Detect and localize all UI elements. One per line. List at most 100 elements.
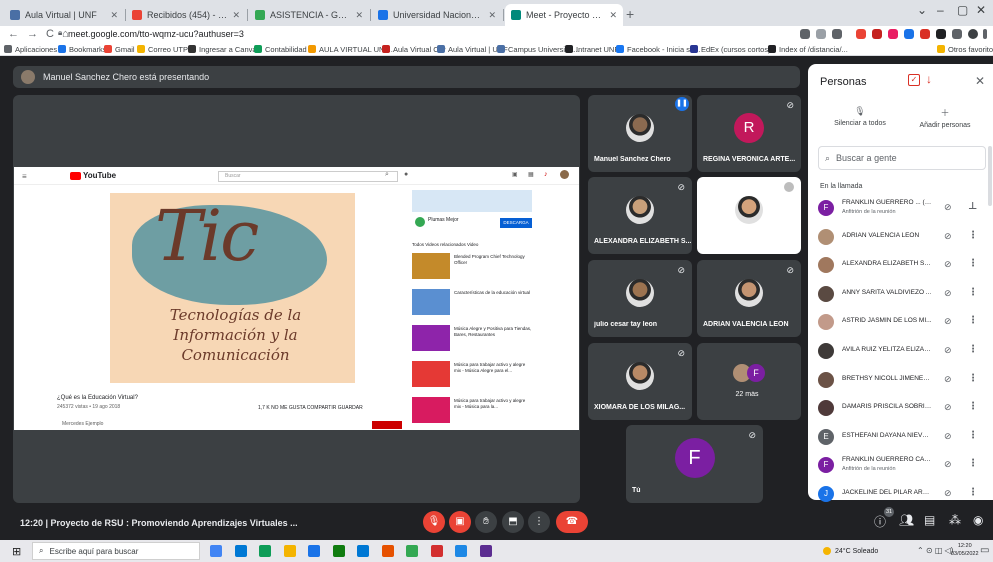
more-icon[interactable]: ⋮ — [528, 511, 550, 533]
people-list-item[interactable]: F FRANKLIN GUERRERO ... (Tú) Anfitrión de … — [818, 197, 988, 221]
browser-tab[interactable]: Meet - Proyecto de RSU - P ✕ — [505, 4, 623, 26]
tab-close-icon[interactable]: ✕ — [609, 10, 617, 21]
people-list-item[interactable]: J JACKELINE DEL PILAR ARC... ⊘ ⋮ — [818, 483, 988, 507]
people-search-input[interactable]: ⌕ Buscar a gente — [818, 146, 986, 170]
mic-off-icon[interactable]: ⊘ — [944, 402, 952, 413]
tab-close-icon[interactable]: ✕ — [488, 10, 496, 21]
pin-icon[interactable]: ⊥ — [968, 201, 977, 212]
more-options-icon[interactable]: ⋮ — [968, 487, 978, 498]
more-options-icon[interactable]: ⋮ — [968, 344, 978, 355]
system-tray-icons[interactable]: ⌃ ⊙ ◫ ◁) — [917, 546, 953, 555]
participant-tile[interactable]: F Tú ⊘ — [626, 425, 763, 503]
taskbar-app-icon[interactable] — [308, 545, 320, 557]
new-tab-button[interactable]: + — [626, 6, 634, 22]
tab-search-icon[interactable]: ⌄ — [917, 3, 927, 17]
participant-tile[interactable]: ADRIAN VALENCIA LEON ⊘ — [697, 260, 801, 337]
add-people-button[interactable]: ＋ Añadir personas — [900, 106, 990, 129]
people-list-item[interactable]: ALEXANDRA ELIZABETH SO... ⊘ ⋮ — [818, 254, 988, 278]
more-options-icon[interactable]: ⋮ — [968, 230, 978, 241]
close-window-icon[interactable]: ✕ — [976, 3, 986, 17]
mic-off-icon[interactable]: ⊘ — [944, 345, 952, 356]
bookmark-item[interactable]: Aplicaciones — [4, 42, 57, 56]
taskbar-search-input[interactable]: ⌕ Escribe aquí para buscar — [32, 542, 200, 560]
mic-off-icon[interactable]: ⊘ — [944, 431, 952, 442]
present-icon[interactable]: ⬒ — [502, 511, 524, 533]
mic-off-icon[interactable]: ⊘ — [944, 231, 952, 242]
taskbar-app-icon[interactable] — [479, 545, 492, 557]
people-panel-scrollbar[interactable] — [988, 146, 992, 206]
mic-off-icon[interactable]: ⊘ — [944, 316, 952, 327]
more-options-icon[interactable]: ⋮ — [968, 287, 978, 298]
bookmark-star-icon[interactable] — [832, 29, 842, 39]
people-list-item[interactable]: ADRIAN VALENCIA LEON ⊘ ⋮ — [818, 226, 988, 250]
taskbar-app-icon[interactable] — [234, 545, 247, 557]
bookmark-item[interactable]: Gmail — [104, 42, 135, 56]
windows-start-icon[interactable]: ⊞ — [12, 545, 21, 558]
profile-avatar[interactable] — [968, 29, 978, 39]
chat-icon[interactable]: ▤ — [924, 513, 935, 527]
lock-icon[interactable]: 🔒︎ — [58, 28, 62, 38]
people-list-item[interactable]: BRETHSY NICOLL JIMENEZ ... ⊘ ⋮ — [818, 369, 988, 393]
taskbar-app-icon[interactable] — [283, 545, 296, 557]
cast-icon[interactable] — [800, 29, 810, 39]
mic-off-icon[interactable]: ⊘ — [944, 374, 952, 385]
weather-widget[interactable]: 24°C Soleado — [823, 547, 878, 555]
taskbar-app-icon[interactable] — [332, 545, 345, 557]
participant-tile[interactable]: F 22 más — [697, 343, 801, 420]
taskbar-app-icon[interactable] — [381, 545, 394, 557]
browser-tab[interactable]: ASISTENCIA - Google Drive ✕ — [249, 4, 369, 26]
participant-tile[interactable]: XIOMARA DE LOS MILAG... ⊘ — [588, 343, 692, 420]
taskbar-app-icon[interactable] — [259, 545, 271, 557]
bookmark-item[interactable]: Index of /distancia/... — [768, 42, 848, 56]
back-icon[interactable]: ← — [8, 28, 19, 40]
browser-tab[interactable]: Universidad Nacional de Fronter ✕ — [372, 4, 502, 26]
bookmark-item[interactable]: Bookmarks — [58, 42, 107, 56]
end-call-icon[interactable]: ☎︎ — [556, 511, 588, 533]
participant-tile[interactable] — [697, 177, 801, 254]
share-icon[interactable] — [816, 29, 826, 39]
tab-close-icon[interactable]: ✕ — [355, 10, 363, 21]
browser-tab[interactable]: Aula Virtual | UNF ✕ — [4, 4, 124, 26]
extension-icon[interactable] — [872, 29, 882, 39]
more-options-icon[interactable]: ⋮ — [968, 258, 978, 269]
browser-tab[interactable]: Recibidos (454) - fguerrero@unf ✕ — [126, 4, 246, 26]
taskbar-app-icon[interactable] — [210, 545, 222, 557]
camera-off-icon[interactable]: ▣ — [449, 511, 471, 533]
participant-tile[interactable]: julio cesar tay leon ⊘ — [588, 260, 692, 337]
extensions-puzzle-icon[interactable] — [936, 29, 946, 39]
people-list-item[interactable]: ANNY SARITA VALDIVIEZO ... ⊘ ⋮ — [818, 283, 988, 307]
extension-icon[interactable] — [904, 29, 914, 39]
people-list-item[interactable]: ASTRID JASMIN DE LOS MI... ⊘ ⋮ — [818, 311, 988, 335]
more-options-icon[interactable]: ⋮ — [968, 401, 978, 412]
extension-icon[interactable] — [920, 29, 930, 39]
bookmark-item[interactable]: EdEx (cursos cortos) — [690, 42, 771, 56]
more-options-icon[interactable]: ⋮ — [968, 373, 978, 384]
people-icon[interactable]: 👥︎ — [899, 513, 914, 527]
mic-off-icon[interactable]: ⊘ — [944, 288, 952, 299]
people-list-item[interactable]: AVILA RUIZ YELITZA ELIZAB... ⊘ ⋮ — [818, 340, 988, 364]
mic-off-icon[interactable]: ⊘ — [944, 259, 952, 270]
more-options-icon[interactable]: ⋮ — [968, 458, 978, 469]
participant-tile[interactable]: ALEXANDRA ELIZABETH S... ⊘ — [588, 177, 692, 254]
taskbar-app-icon[interactable] — [430, 545, 443, 557]
reload-icon[interactable]: C — [46, 28, 54, 40]
people-list-item[interactable]: DAMARIS PRISCILA SOBRIN... ⊘ ⋮ — [818, 397, 988, 421]
sidebar-icon[interactable] — [952, 29, 962, 39]
mic-off-icon[interactable]: ⊘ — [944, 488, 952, 499]
more-options-icon[interactable]: ⋮ — [968, 430, 978, 441]
taskbar-app-icon[interactable] — [406, 545, 418, 557]
taskbar-app-icon[interactable] — [357, 545, 369, 557]
meeting-details-icon[interactable]: ⓘ — [874, 513, 886, 530]
people-list-item[interactable]: F FRANKLIN GUERRERO CAM... Anfitrión de la… — [818, 454, 988, 478]
taskbar-app-icon[interactable] — [455, 545, 467, 557]
maximize-icon[interactable]: ▢ — [957, 3, 968, 17]
tab-close-icon[interactable]: ✕ — [110, 10, 118, 21]
mic-off-icon[interactable]: 🎙︎ — [423, 511, 445, 533]
bookmark-item[interactable]: Correo UTP — [137, 42, 188, 56]
forward-icon[interactable]: → — [27, 28, 38, 40]
bookmark-item[interactable]: Facebook - Inicia se... — [616, 42, 700, 56]
bookmark-item[interactable]: Otros favoritos — [937, 42, 993, 56]
host-controls-icon[interactable]: ◉ — [973, 513, 983, 527]
people-list-item[interactable]: E ESTHEFANI DAYANA NIEVE... ⊘ ⋮ — [818, 426, 988, 450]
browser-menu-icon[interactable] — [983, 29, 987, 39]
